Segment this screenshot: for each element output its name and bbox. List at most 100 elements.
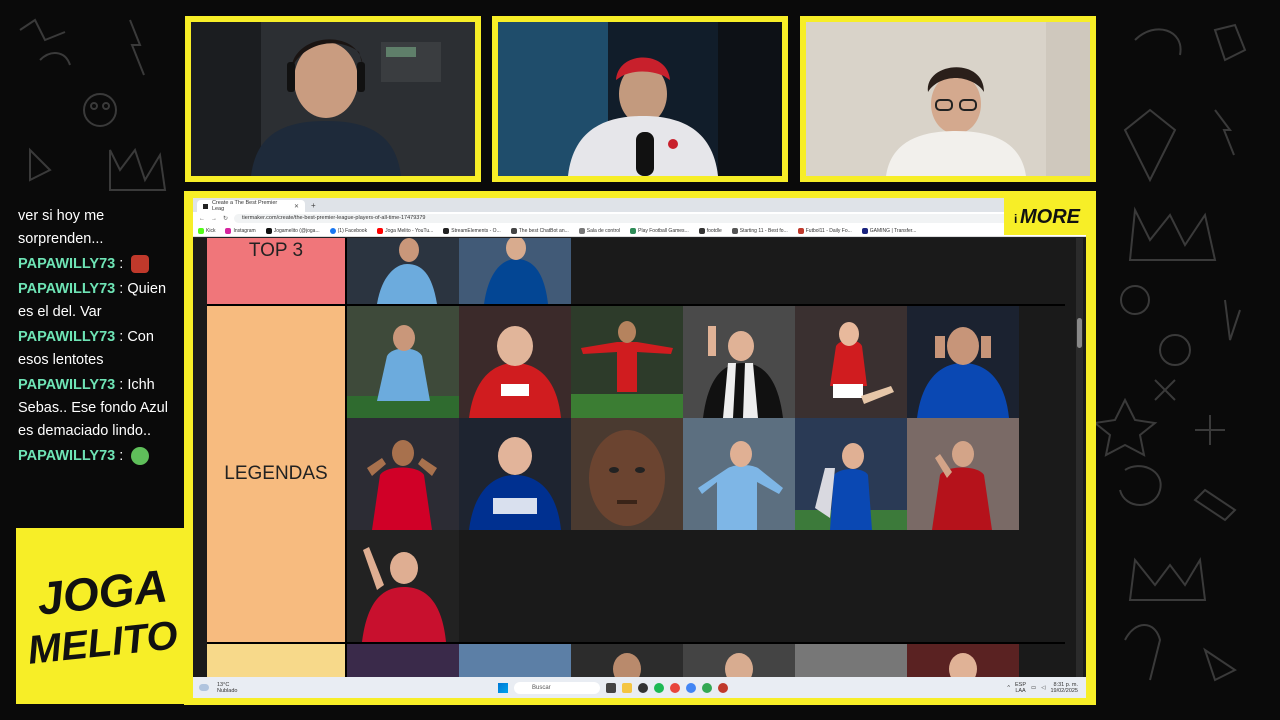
taskbar-clock[interactable]: 8:31 p. m. 19/02/2025 xyxy=(1050,682,1078,694)
system-tray: ^ ESP LAA ▭ ◁ 8:31 p. m. 19/02/2025 xyxy=(1007,682,1078,694)
player-card[interactable] xyxy=(683,306,795,418)
file-explorer-icon[interactable] xyxy=(622,682,632,693)
chat-text: : xyxy=(119,256,124,272)
windows-start-icon[interactable] xyxy=(498,682,508,693)
bookmark-kick[interactable]: Kick xyxy=(198,227,215,234)
player-card[interactable] xyxy=(347,238,459,304)
tier-label[interactable]: LEGENDAS xyxy=(207,306,347,642)
close-tab-icon[interactable]: ✕ xyxy=(294,203,299,210)
tab-title: Create a The Best Premier Leag xyxy=(211,200,278,212)
player-card[interactable] xyxy=(459,306,571,418)
bookmark-chatbot[interactable]: The best ChatBot an... xyxy=(510,227,569,234)
tier-label[interactable]: TOP 3 xyxy=(207,238,347,304)
chat-username[interactable]: PAPAWILLY73 xyxy=(18,377,115,393)
logo-text: MORE xyxy=(1020,206,1081,228)
weather-condition: Nublado xyxy=(217,687,238,694)
spotify-icon[interactable] xyxy=(654,682,664,693)
chat-username[interactable]: PAPAWILLY73 xyxy=(18,448,115,464)
player-card[interactable] xyxy=(347,530,459,642)
obs-icon[interactable] xyxy=(638,682,648,693)
brand-line-1: JOGA xyxy=(35,559,170,624)
url-input[interactable]: tiermaker.com/create/the-best-premier-le… xyxy=(234,214,1070,223)
reload-icon[interactable]: ↻ xyxy=(223,215,228,222)
tiermaker-favicon-icon xyxy=(203,203,208,209)
taskbar-search-input[interactable]: Buscar xyxy=(514,681,600,694)
player-card[interactable] xyxy=(907,306,1019,418)
imore-logo: i MORE xyxy=(1004,193,1092,235)
player-card[interactable] xyxy=(347,306,459,418)
chat-message: PAPAWILLY73 : Quien es el del. Var xyxy=(18,278,183,324)
scrollbar-thumb[interactable] xyxy=(1077,318,1082,348)
player-card[interactable] xyxy=(795,644,907,677)
language-indicator[interactable]: ESP LAA xyxy=(1015,682,1026,694)
player-card[interactable] xyxy=(795,306,907,418)
player-card[interactable] xyxy=(683,418,795,530)
tier-list: TOP 3 LEGENDAS xyxy=(207,238,1065,677)
angry-emote-icon xyxy=(131,255,150,274)
bookmark-instagram[interactable]: Instagram xyxy=(225,227,256,234)
player-card[interactable] xyxy=(795,418,907,530)
back-icon[interactable]: ← xyxy=(199,216,205,222)
player-card[interactable] xyxy=(459,418,571,530)
player-card[interactable] xyxy=(571,644,683,677)
chrome-alt-icon[interactable] xyxy=(702,682,712,693)
chat-message: PAPAWILLY73 : Con esos lentotes xyxy=(18,326,183,372)
webcam-host-2 xyxy=(492,16,788,182)
player-card[interactable] xyxy=(459,644,571,677)
browser-tab[interactable]: Create a The Best Premier Leag ✕ xyxy=(197,200,305,212)
chrome-icon[interactable] xyxy=(670,682,680,693)
new-tab-button[interactable]: + xyxy=(311,200,316,212)
tab-bar: Create a The Best Premier Leag ✕ + xyxy=(193,198,1086,212)
webcam-host-1 xyxy=(185,16,481,182)
webcam-host-3 xyxy=(800,16,1096,182)
chat-panel: ver si hoy me sorprenden... PAPAWILLY73 … xyxy=(18,205,183,470)
tier-label[interactable] xyxy=(207,644,347,677)
chrome-profile-icon[interactable] xyxy=(686,682,696,693)
recording-app-icon[interactable] xyxy=(718,682,728,693)
task-view-icon[interactable] xyxy=(606,682,616,693)
right-doodle-panel xyxy=(1092,0,1280,720)
player-card[interactable] xyxy=(907,418,1019,530)
bookmark-footdle[interactable]: footdle xyxy=(698,227,722,234)
weather-icon[interactable] xyxy=(199,684,209,691)
bookmark-control-room[interactable]: Sala de control xyxy=(578,227,620,234)
bookmark-football-games[interactable]: Play Football Games... xyxy=(630,227,689,234)
chat-username[interactable]: PAPAWILLY73 xyxy=(18,256,115,272)
tier-row-top3: TOP 3 xyxy=(207,238,1065,306)
weather-widget[interactable]: 13°C Nublado xyxy=(217,682,238,694)
player-card[interactable] xyxy=(907,644,1019,677)
bookmarks-bar: Kick Instagram Jogamelito (@joga... (1) … xyxy=(193,225,1086,237)
player-card[interactable] xyxy=(571,306,683,418)
tray-chevron-icon[interactable]: ^ xyxy=(1007,685,1010,691)
bookmark-gaming-transfer[interactable]: GAMING | Transfer... xyxy=(861,227,916,234)
sick-emote-icon xyxy=(131,447,150,466)
browser-window: Create a The Best Premier Leag ✕ + ← → ↻… xyxy=(193,198,1086,698)
chat-message: PAPAWILLY73 : Ichh Sebas.. Ese fondo Azu… xyxy=(18,374,183,443)
tier-row-next xyxy=(207,644,1065,677)
bookmark-facebook[interactable]: (1) Facebook xyxy=(329,227,367,234)
network-icon[interactable]: ▭ xyxy=(1031,685,1036,691)
chat-username[interactable]: PAPAWILLY73 xyxy=(18,281,115,297)
chat-text: ver si hoy me sorprenden... xyxy=(18,208,105,247)
taskbar-apps: Buscar xyxy=(498,681,728,694)
bookmark-futbol11[interactable]: Futbol11 - Daily Fo... xyxy=(797,227,852,234)
player-card[interactable] xyxy=(347,418,459,530)
logo-prefix: i xyxy=(1014,212,1017,226)
bookmark-starting11[interactable]: Starting 11 - Best fo... xyxy=(731,227,788,234)
player-card[interactable] xyxy=(459,238,571,304)
player-card[interactable] xyxy=(347,644,459,677)
bookmark-streamelements[interactable]: StreamElements - O... xyxy=(443,227,501,234)
tier-items xyxy=(347,644,1059,677)
chat-message: ver si hoy me sorprenden... xyxy=(18,205,183,251)
page-scrollbar[interactable] xyxy=(1076,238,1083,677)
volume-icon[interactable]: ◁ xyxy=(1041,685,1045,691)
chat-username[interactable]: PAPAWILLY73 xyxy=(18,329,115,345)
address-bar: ← → ↻ tiermaker.com/create/the-best-prem… xyxy=(193,212,1086,225)
player-card[interactable] xyxy=(683,644,795,677)
bookmark-youtube[interactable]: Joga Melito - YouTu... xyxy=(377,227,433,234)
tier-row-legends: LEGENDAS xyxy=(207,306,1065,644)
player-card[interactable] xyxy=(571,418,683,530)
chat-message: PAPAWILLY73 : xyxy=(18,253,183,276)
forward-icon[interactable]: → xyxy=(211,216,217,222)
bookmark-tiktok[interactable]: Jogamelito (@joga... xyxy=(265,227,320,234)
